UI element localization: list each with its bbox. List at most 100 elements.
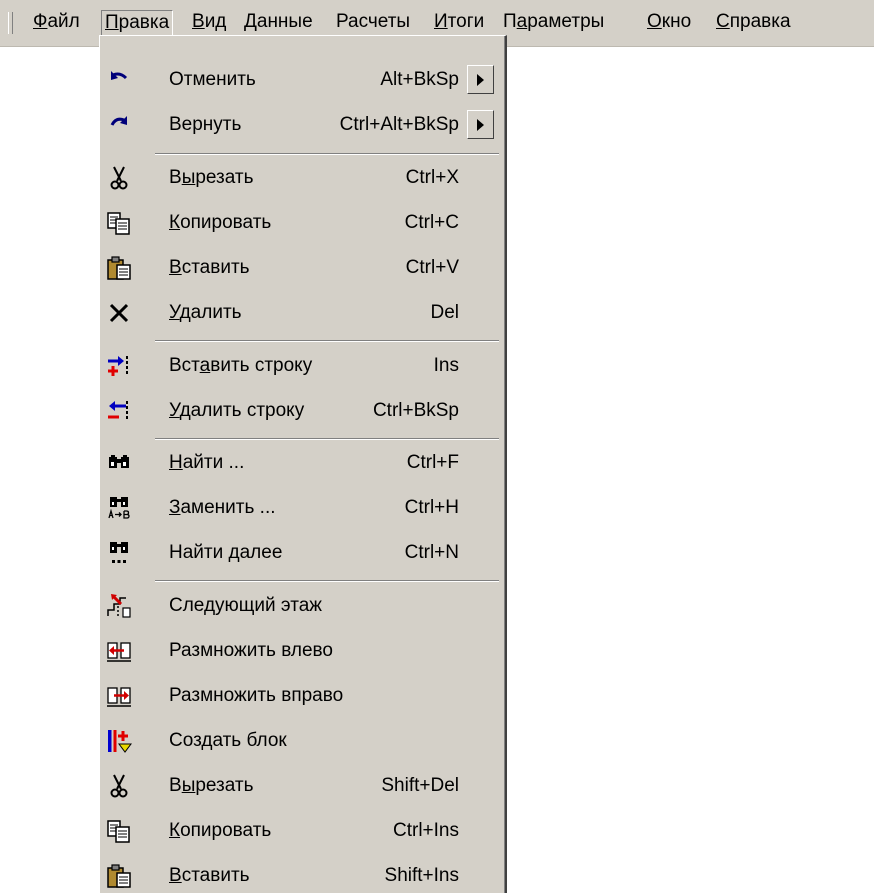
- menu-item-insert-row[interactable]: Вставить строку Ins: [100, 348, 504, 384]
- menu-edit-text-rest: равка: [118, 12, 170, 33]
- multiply-right-icon: [105, 682, 133, 710]
- menu-help-accel: С: [716, 11, 730, 32]
- menu-item-label: Вырезать: [169, 167, 254, 188]
- binoculars-icon: [105, 449, 133, 477]
- menu-item-label: Копировать: [169, 212, 272, 233]
- menu-item-label: Вернуть: [169, 114, 242, 135]
- menu-item-shortcut: Ctrl+X: [405, 167, 459, 188]
- menu-parameters[interactable]: Параметры: [500, 10, 607, 36]
- menu-parameters-text: П: [503, 11, 517, 32]
- menu-separator: [155, 438, 499, 440]
- menu-separator: [155, 580, 499, 582]
- menu-item-create-block[interactable]: Создать блок: [100, 723, 504, 759]
- menu-item-redo[interactable]: Вернуть Ctrl+Alt+BkSp: [100, 107, 504, 143]
- menu-item-label: Вставить строку: [169, 355, 313, 376]
- redo-icon: [105, 111, 133, 139]
- menu-file-accel: Ф: [33, 11, 48, 32]
- menu-item-find-next[interactable]: Найти далее Ctrl+N: [100, 535, 504, 571]
- copy-icon: [105, 817, 133, 845]
- menu-item-paste[interactable]: Вставить Ctrl+V: [100, 250, 504, 286]
- delete-x-icon: [105, 299, 133, 327]
- menu-item-label: Заменить ...: [169, 497, 276, 518]
- find-next-binoculars-icon: [105, 539, 133, 567]
- menubar-grip[interactable]: [8, 12, 13, 34]
- menu-item-shortcut: Ctrl+Alt+BkSp: [339, 114, 459, 135]
- edit-dropdown-menu: Отменить Alt+BkSp Вернуть Ctrl+Alt+BkSp …: [99, 35, 507, 893]
- submenu-arrow-button[interactable]: [467, 65, 494, 94]
- menu-item-label: Найти ...: [169, 452, 245, 473]
- menu-item-label: Удалить строку: [169, 400, 305, 421]
- menu-window-accel: О: [647, 11, 662, 32]
- menu-item-find[interactable]: Найти ... Ctrl+F: [100, 445, 504, 481]
- menu-window[interactable]: Окно: [644, 10, 694, 36]
- paste-icon: [105, 254, 133, 282]
- menu-item-shortcut: Ins: [433, 355, 459, 376]
- menu-data-accel: Д: [244, 11, 257, 32]
- menu-item-replace[interactable]: Заменить ... Ctrl+H: [100, 490, 504, 526]
- menu-parameters-text-rest: раметры: [527, 11, 605, 32]
- undo-icon: [105, 66, 133, 94]
- menu-item-label: Вырезать: [169, 775, 254, 796]
- menu-file[interactable]: Файл: [30, 10, 83, 36]
- menu-edit[interactable]: Правка: [101, 10, 174, 36]
- scissors-icon: [105, 164, 133, 192]
- menu-item-multiply-right[interactable]: Размножить вправо: [100, 678, 504, 714]
- menu-data[interactable]: Данные: [241, 10, 316, 36]
- menu-item-shortcut: Shift+Del: [381, 775, 459, 796]
- menu-calculations-text: Расчеты: [336, 11, 411, 32]
- menu-item-delete[interactable]: Удалить Del: [100, 295, 504, 331]
- menu-separator: [155, 340, 499, 342]
- menu-item-label: Найти далее: [169, 542, 283, 563]
- replace-binoculars-icon: [105, 494, 133, 522]
- menu-item-shortcut: Del: [430, 302, 459, 323]
- scissors-icon: [105, 772, 133, 800]
- menu-item-label: Следующий этаж: [169, 595, 322, 616]
- menu-view[interactable]: Вид: [189, 10, 229, 36]
- menu-data-text-rest: анные: [256, 11, 313, 32]
- menu-item-label: Вставить: [169, 257, 250, 278]
- menu-item-paste-alt[interactable]: Вставить Shift+Ins: [100, 858, 504, 894]
- menu-item-shortcut: Ctrl+V: [405, 257, 459, 278]
- menu-item-label: Отменить: [169, 69, 256, 90]
- menu-item-copy-alt[interactable]: Копировать Ctrl+Ins: [100, 813, 504, 849]
- submenu-arrow-button[interactable]: [467, 110, 494, 139]
- menu-item-shortcut: Shift+Ins: [384, 865, 459, 886]
- menu-item-cut[interactable]: Вырезать Ctrl+X: [100, 160, 504, 196]
- menu-view-accel: В: [192, 11, 205, 32]
- menu-item-next-floor[interactable]: Следующий этаж: [100, 588, 504, 624]
- menu-item-copy[interactable]: Копировать Ctrl+C: [100, 205, 504, 241]
- menu-item-label: Размножить влево: [169, 640, 333, 661]
- menu-item-shortcut: Ctrl+C: [404, 212, 459, 233]
- menu-calculations[interactable]: Расчеты: [333, 10, 413, 36]
- menu-help[interactable]: Справка: [713, 10, 794, 36]
- menu-item-delete-row[interactable]: Удалить строку Ctrl+BkSp: [100, 393, 504, 429]
- menu-item-cut-alt[interactable]: Вырезать Shift+Del: [100, 768, 504, 804]
- menu-file-text-rest: айл: [47, 11, 80, 32]
- menu-item-label: Создать блок: [169, 730, 287, 751]
- copy-icon: [105, 209, 133, 237]
- next-floor-icon: [105, 592, 133, 620]
- menu-totals[interactable]: Итоги: [431, 10, 487, 36]
- paste-icon: [105, 862, 133, 890]
- menu-edit-accel: П: [105, 12, 119, 33]
- menu-separator: [155, 153, 499, 155]
- menu-item-undo[interactable]: Отменить Alt+BkSp: [100, 62, 504, 98]
- menu-window-text-rest: кно: [661, 11, 692, 32]
- menu-item-shortcut: Ctrl+N: [404, 542, 459, 563]
- menu-item-label: Копировать: [169, 820, 272, 841]
- insert-row-icon: [105, 352, 133, 380]
- menu-item-multiply-left[interactable]: Размножить влево: [100, 633, 504, 669]
- menu-item-label: Вставить: [169, 865, 250, 886]
- menu-view-text-rest: ид: [204, 11, 227, 32]
- multiply-left-icon: [105, 637, 133, 665]
- create-block-icon: [105, 727, 133, 755]
- menu-item-shortcut: Ctrl+H: [404, 497, 459, 518]
- menu-item-label: Размножить вправо: [169, 685, 344, 706]
- menu-item-shortcut: Ctrl+Ins: [393, 820, 459, 841]
- menu-help-text-rest: правка: [729, 11, 791, 32]
- menu-item-shortcut: Alt+BkSp: [380, 69, 459, 90]
- menu-parameters-accel: а: [516, 11, 528, 32]
- menu-totals-text-rest: тоги: [447, 11, 485, 32]
- delete-row-icon: [105, 397, 133, 425]
- menu-totals-accel: И: [434, 11, 448, 32]
